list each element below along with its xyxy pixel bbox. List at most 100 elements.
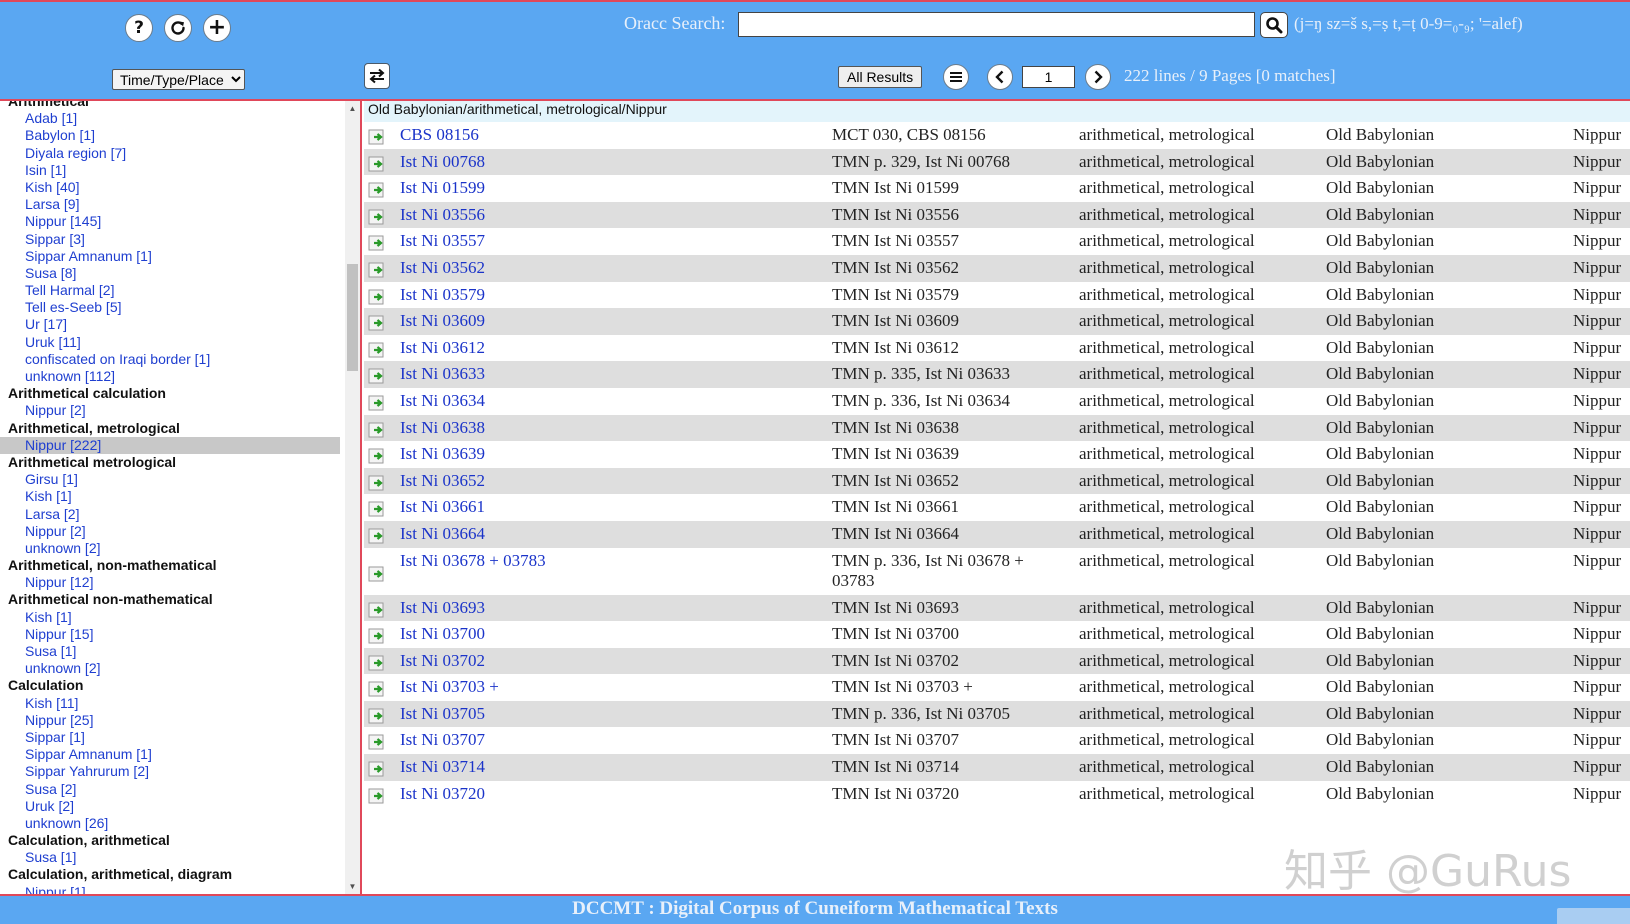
text-id-link[interactable]: Ist Ni 03612 bbox=[400, 338, 485, 358]
text-id-link[interactable]: Ist Ni 03579 bbox=[400, 285, 485, 305]
open-text-icon[interactable] bbox=[368, 500, 388, 518]
text-id-link[interactable]: Ist Ni 03633 bbox=[400, 364, 485, 384]
open-text-icon[interactable] bbox=[368, 181, 388, 199]
open-text-icon[interactable] bbox=[368, 421, 388, 439]
text-id-link[interactable]: Ist Ni 03557 bbox=[400, 231, 485, 251]
open-text-icon[interactable] bbox=[368, 707, 388, 725]
open-text-icon[interactable] bbox=[368, 760, 388, 778]
sidebar-scroll-thumb[interactable] bbox=[347, 264, 358, 371]
sidebar-item[interactable]: Tell es-Seeb [5] bbox=[0, 299, 340, 316]
sidebar-item[interactable]: Susa [1] bbox=[0, 849, 340, 866]
next-page-button[interactable] bbox=[1085, 64, 1111, 90]
sidebar-item[interactable]: Kish [11] bbox=[0, 695, 340, 712]
text-id-link[interactable]: Ist Ni 03652 bbox=[400, 471, 485, 491]
text-id-link[interactable]: Ist Ni 01599 bbox=[400, 178, 485, 198]
add-button[interactable]: + bbox=[203, 14, 231, 42]
sidebar-item[interactable]: Adab [1] bbox=[0, 110, 340, 127]
open-text-icon[interactable] bbox=[368, 288, 388, 306]
open-text-icon[interactable] bbox=[368, 234, 388, 252]
sidebar-item[interactable]: Larsa [9] bbox=[0, 196, 340, 213]
sidebar-item[interactable]: Isin [1] bbox=[0, 162, 340, 179]
sidebar-item[interactable]: Sippar Amnanum [1] bbox=[0, 248, 340, 265]
text-id-link[interactable]: Ist Ni 03693 bbox=[400, 598, 485, 618]
text-id-link[interactable]: Ist Ni 03609 bbox=[400, 311, 485, 331]
open-text-icon[interactable] bbox=[368, 394, 388, 412]
swap-view-button[interactable] bbox=[364, 63, 390, 89]
sort-select[interactable]: Time/Type/Place bbox=[112, 69, 245, 90]
text-id-link[interactable]: Ist Ni 03664 bbox=[400, 524, 485, 544]
open-text-icon[interactable] bbox=[368, 208, 388, 226]
sidebar-item[interactable]: unknown [2] bbox=[0, 660, 340, 677]
open-text-icon[interactable] bbox=[368, 341, 388, 359]
text-id-link[interactable]: Ist Ni 03639 bbox=[400, 444, 485, 464]
sidebar-item[interactable]: unknown [26] bbox=[0, 815, 340, 832]
search-input[interactable] bbox=[738, 12, 1255, 37]
open-text-icon[interactable] bbox=[368, 654, 388, 672]
sidebar-item[interactable]: Nippur [1] bbox=[0, 884, 340, 894]
open-text-icon[interactable] bbox=[368, 627, 388, 645]
open-text-icon[interactable] bbox=[368, 601, 388, 619]
sidebar-item[interactable]: Sippar Yahrurum [2] bbox=[0, 763, 340, 780]
open-text-icon[interactable] bbox=[368, 314, 388, 332]
sidebar-item[interactable]: Nippur [12] bbox=[0, 574, 340, 591]
sidebar-scrollbar[interactable]: ▲ ▼ bbox=[345, 101, 360, 894]
sidebar-item[interactable]: Susa [8] bbox=[0, 265, 340, 282]
text-id-link[interactable]: Ist Ni 03714 bbox=[400, 757, 485, 777]
help-button[interactable]: ? bbox=[125, 14, 153, 42]
sidebar-item[interactable]: Susa [2] bbox=[0, 781, 340, 798]
sidebar-item[interactable]: Larsa [2] bbox=[0, 506, 340, 523]
text-id-link[interactable]: Ist Ni 03707 bbox=[400, 730, 485, 750]
sidebar-item[interactable]: Girsu [1] bbox=[0, 471, 340, 488]
text-id-link[interactable]: CBS 08156 bbox=[400, 125, 479, 145]
text-id-link[interactable]: Ist Ni 03556 bbox=[400, 205, 485, 225]
text-id-link[interactable]: Ist Ni 03562 bbox=[400, 258, 485, 278]
sidebar-item[interactable]: Sippar [3] bbox=[0, 231, 340, 248]
page-number-input[interactable] bbox=[1022, 66, 1075, 88]
scroll-up-arrow-icon[interactable]: ▲ bbox=[345, 101, 360, 116]
open-text-icon[interactable] bbox=[368, 128, 388, 146]
all-results-button[interactable]: All Results bbox=[838, 66, 923, 88]
sidebar-item[interactable]: Tell Harmal [2] bbox=[0, 282, 340, 299]
sidebar-item[interactable]: Kish [1] bbox=[0, 488, 340, 505]
sidebar-item[interactable]: Diyala region [7] bbox=[0, 145, 340, 162]
text-id-link[interactable]: Ist Ni 03678 + 03783 bbox=[400, 551, 546, 571]
list-view-button[interactable] bbox=[943, 64, 969, 90]
open-text-icon[interactable] bbox=[368, 787, 388, 805]
prev-page-button[interactable] bbox=[987, 64, 1013, 90]
text-id-link[interactable]: Ist Ni 03661 bbox=[400, 497, 485, 517]
sidebar-item[interactable]: Nippur [2] bbox=[0, 402, 340, 419]
sidebar-item[interactable]: Sippar Amnanum [1] bbox=[0, 746, 340, 763]
text-id-link[interactable]: Ist Ni 03720 bbox=[400, 784, 485, 804]
sidebar-item[interactable]: Nippur [222] bbox=[0, 436, 340, 454]
sidebar-item[interactable]: Kish [40] bbox=[0, 179, 340, 196]
search-button[interactable] bbox=[1260, 12, 1288, 38]
text-id-link[interactable]: Ist Ni 00768 bbox=[400, 152, 485, 172]
open-text-icon[interactable] bbox=[368, 680, 388, 698]
text-id-link[interactable]: Ist Ni 03702 bbox=[400, 651, 485, 671]
open-text-icon[interactable] bbox=[368, 474, 388, 492]
refresh-button[interactable] bbox=[164, 14, 192, 42]
scroll-down-arrow-icon[interactable]: ▼ bbox=[345, 879, 360, 894]
sidebar-item[interactable]: Uruk [11] bbox=[0, 334, 340, 351]
text-id-link[interactable]: Ist Ni 03634 bbox=[400, 391, 485, 411]
sidebar-item[interactable]: Sippar [1] bbox=[0, 729, 340, 746]
sidebar-item[interactable]: Nippur [2] bbox=[0, 523, 340, 540]
open-text-icon[interactable] bbox=[368, 155, 388, 173]
sidebar-item[interactable]: Nippur [145] bbox=[0, 213, 340, 230]
text-id-link[interactable]: Ist Ni 03700 bbox=[400, 624, 485, 644]
text-id-link[interactable]: Ist Ni 03703 + bbox=[400, 677, 499, 697]
text-id-link[interactable]: Ist Ni 03638 bbox=[400, 418, 485, 438]
text-id-link[interactable]: Ist Ni 03705 bbox=[400, 704, 485, 724]
sidebar-item[interactable]: Susa [1] bbox=[0, 643, 340, 660]
sidebar-item[interactable]: confiscated on Iraqi border [1] bbox=[0, 351, 340, 368]
sidebar-item[interactable]: Nippur [15] bbox=[0, 626, 340, 643]
open-text-icon[interactable] bbox=[368, 261, 388, 279]
sidebar-item[interactable]: Nippur [25] bbox=[0, 712, 340, 729]
open-text-icon[interactable] bbox=[368, 733, 388, 751]
open-text-icon[interactable] bbox=[368, 447, 388, 465]
sidebar-item[interactable]: unknown [2] bbox=[0, 540, 340, 557]
sidebar-item[interactable]: Ur [17] bbox=[0, 316, 340, 333]
sidebar-item[interactable]: Kish [1] bbox=[0, 609, 340, 626]
sidebar-item[interactable]: unknown [112] bbox=[0, 368, 340, 385]
sidebar-item[interactable]: Uruk [2] bbox=[0, 798, 340, 815]
